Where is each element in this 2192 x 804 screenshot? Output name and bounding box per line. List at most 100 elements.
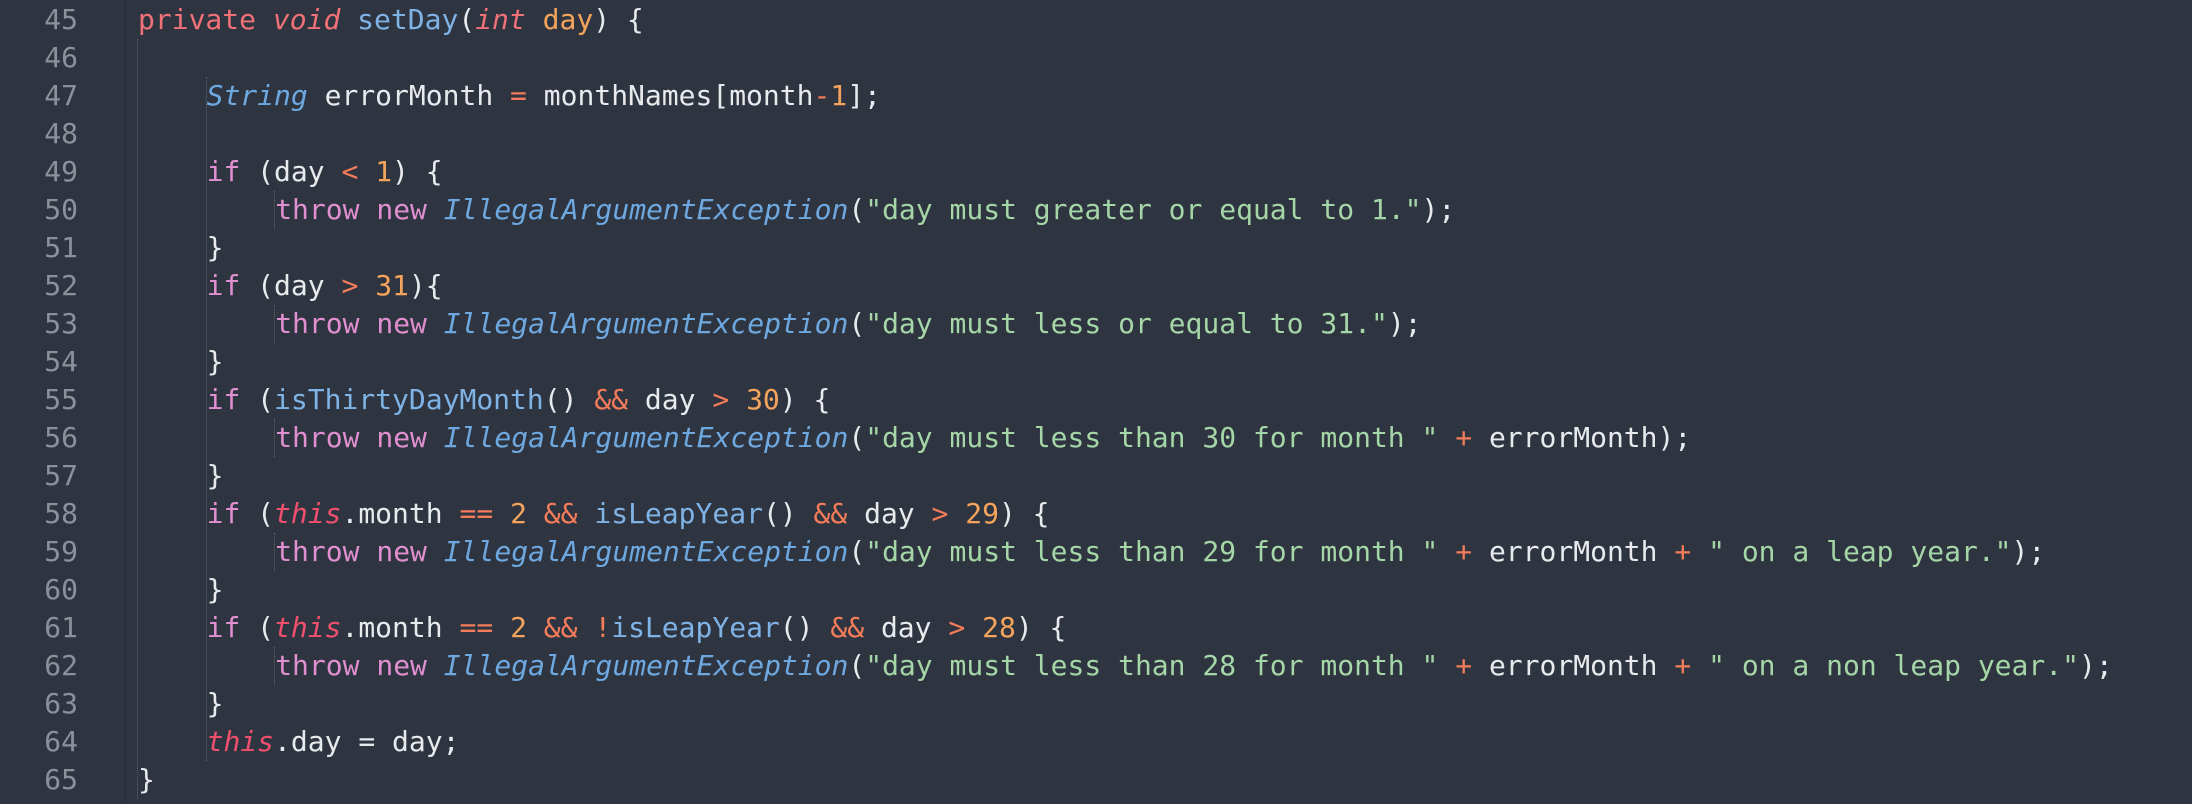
line-number: 53 (44, 307, 78, 340)
code-line[interactable]: if (this.month == 2 && !isLeapYear() && … (126, 609, 2186, 647)
code-token: + (1674, 535, 1692, 568)
code-line[interactable]: } (126, 343, 2186, 381)
code-token: ( (240, 497, 275, 530)
code-token: ) { (593, 3, 644, 36)
code-tokens: if (day < 1) { (207, 153, 443, 191)
code-token: } (206, 687, 224, 720)
code-token: } (206, 459, 224, 492)
line-number: 63 (44, 687, 78, 720)
code-token: .month (341, 497, 460, 530)
code-token: if (206, 383, 241, 416)
code-token: ( (848, 649, 866, 682)
code-line[interactable]: throw new IllegalArgumentException("day … (126, 419, 2186, 457)
code-line[interactable]: } (126, 457, 2186, 495)
code-token: ( (848, 535, 866, 568)
line-number: 47 (44, 79, 78, 112)
code-token: 1 (830, 79, 848, 112)
code-tokens: } (207, 343, 224, 381)
code-tokens: if (this.month == 2 && isLeapYear() && d… (207, 495, 1050, 533)
code-line[interactable] (126, 39, 2186, 77)
code-line[interactable]: throw new IllegalArgumentException("day … (126, 533, 2186, 571)
code-editor[interactable]: 45 46 47 48 49 50 51 52 53 54 55 56 57 58 59 60 61 62 63 64… (0, 0, 2192, 804)
code-token: () (779, 611, 831, 644)
code-token: new (376, 649, 427, 682)
code-token: 29 (965, 497, 999, 530)
code-token: > (948, 611, 966, 644)
code-token: " on a non leap year." (1708, 649, 2079, 682)
code-token: int (475, 3, 526, 36)
code-line[interactable]: throw new IllegalArgumentException("day … (126, 647, 2186, 685)
line-number: 51 (44, 231, 78, 264)
code-tokens: } (207, 229, 224, 267)
code-token: private (138, 3, 257, 36)
code-token: ); (1387, 307, 1422, 340)
code-token: "day must greater or equal to 1." (865, 193, 1422, 226)
code-token: new (376, 307, 427, 340)
code-tokens: } (207, 571, 224, 609)
code-line[interactable]: throw new IllegalArgumentException("day … (126, 191, 2186, 229)
code-token: + (1455, 421, 1473, 454)
code-token: < (341, 155, 359, 188)
code-line[interactable]: String errorMonth = monthNames[month-1]; (126, 77, 2186, 115)
code-token: errorMonth (1472, 649, 1675, 682)
line-number: 48 (44, 117, 78, 150)
indent-guide (137, 39, 138, 799)
code-token: } (206, 345, 224, 378)
indent-guide (274, 191, 276, 229)
line-number: 46 (44, 41, 78, 74)
code-line[interactable]: } (126, 685, 2186, 723)
code-token: 2 (510, 497, 527, 530)
code-token: IllegalArgumentException (443, 421, 849, 454)
line-number: 52 (44, 269, 78, 302)
code-line[interactable]: } (126, 229, 2186, 267)
code-token: 1 (375, 155, 393, 188)
code-token: + (1674, 649, 1692, 682)
code-line[interactable]: if (isThirtyDayMonth() && day > 30) { (126, 381, 2186, 419)
code-token: .day = day; (274, 725, 460, 758)
line-number: 49 (44, 155, 78, 188)
code-token: (day (240, 269, 342, 302)
code-token: && (830, 611, 865, 644)
code-tokens: throw new IllegalArgumentException("day … (275, 647, 2113, 685)
code-token: this (206, 725, 275, 758)
code-token: day (864, 611, 949, 644)
code-token: if (206, 269, 241, 302)
code-token: == (459, 497, 494, 530)
code-line[interactable]: if (day < 1) { (126, 153, 2186, 191)
code-line[interactable]: this.day = day; (126, 723, 2186, 761)
code-token: errorMonth (307, 79, 511, 112)
code-line[interactable]: throw new IllegalArgumentException("day … (126, 305, 2186, 343)
code-token: ( (848, 307, 866, 340)
code-token: day (542, 3, 594, 36)
code-token: IllegalArgumentException (443, 193, 849, 226)
code-token: isLeapYear (611, 611, 780, 644)
code-token: .month (341, 611, 460, 644)
code-token: throw (275, 649, 360, 682)
code-tokens: if (this.month == 2 && !isLeapYear() && … (207, 609, 1067, 647)
code-line[interactable]: if (day > 31){ (126, 267, 2186, 305)
line-number: 45 (44, 3, 78, 36)
code-line[interactable]: } (126, 571, 2186, 609)
code-token: 28 (982, 611, 1016, 644)
code-token: day (847, 497, 932, 530)
code-line[interactable]: } (126, 761, 2186, 799)
code-line[interactable] (126, 115, 2186, 153)
code-line[interactable]: if (this.month == 2 && isLeapYear() && d… (126, 495, 2186, 533)
code-tokens: throw new IllegalArgumentException("day … (275, 305, 1421, 343)
code-token: ( (848, 193, 866, 226)
code-area[interactable]: private void setDay(int day) { String err… (126, 0, 2192, 804)
code-line[interactable]: private void setDay(int day) { (126, 1, 2186, 39)
code-token: && (543, 611, 578, 644)
